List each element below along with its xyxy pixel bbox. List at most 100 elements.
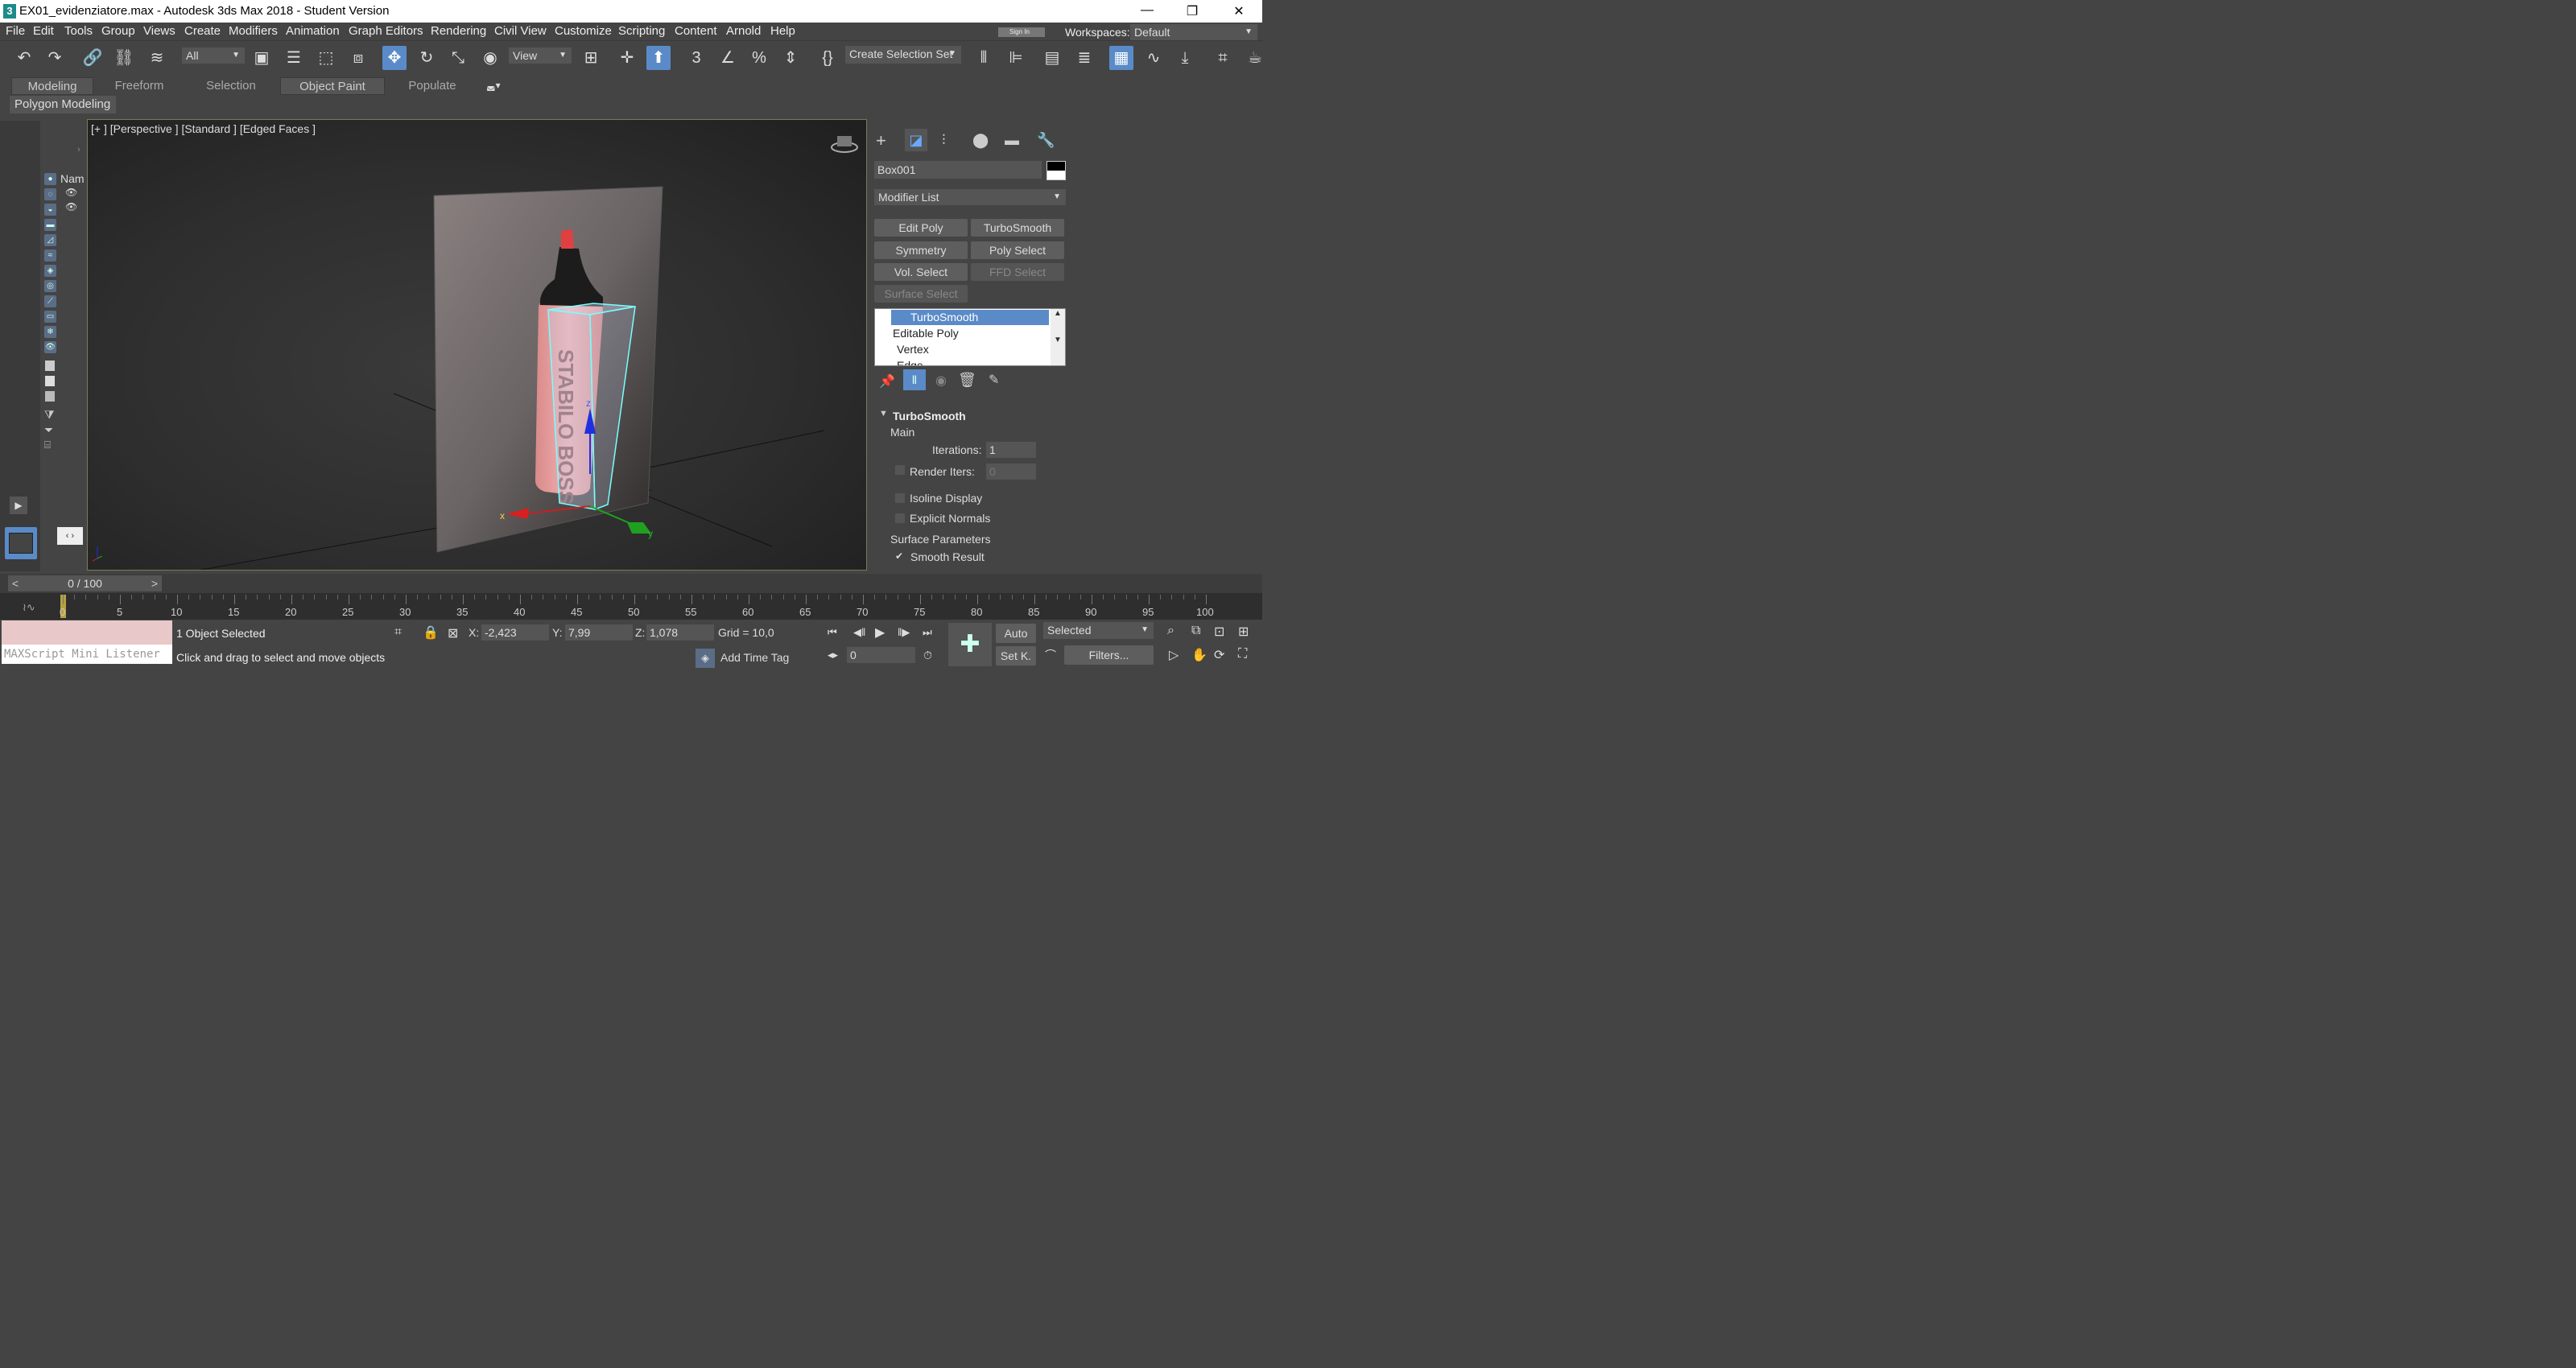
menu-file[interactable]: File — [6, 24, 25, 38]
menu-edit[interactable]: Edit — [33, 24, 54, 38]
stack-item-turbosmooth[interactable]: TurboSmooth — [891, 310, 1049, 325]
set-key-icon[interactable]: ✚ — [948, 623, 992, 666]
set-key-button[interactable]: Set K. — [996, 646, 1036, 665]
selection-filter-dropdown[interactable]: All ▼ — [182, 47, 245, 64]
object-name-field[interactable]: Box001 — [874, 161, 1042, 179]
stack-item-edge[interactable]: Edge — [897, 359, 923, 365]
key-mode-icon[interactable]: ◂▸ — [828, 649, 838, 661]
utilities-tab-icon[interactable]: 🔧 — [1037, 132, 1055, 149]
stack-item-vertex[interactable]: Vertex — [897, 343, 929, 356]
zoom-extents-icon[interactable]: ⊡ — [1214, 624, 1224, 640]
play-icon[interactable]: ▶ — [875, 624, 885, 641]
filter-icon[interactable]: ⏷ — [44, 423, 53, 437]
toggle-ribbon-icon[interactable]: ▦ — [1109, 46, 1133, 70]
add-time-tag-label[interactable]: Add Time Tag — [720, 651, 789, 664]
menu-animation[interactable]: Animation — [286, 24, 340, 38]
align-icon[interactable]: ⊫ — [1004, 46, 1028, 70]
layer-explorer-icon[interactable]: ≣ — [1072, 46, 1096, 70]
zoom-icon[interactable]: ⌕ — [1167, 624, 1174, 638]
viewport-label[interactable]: [+ ] [Perspective ] [Standard ] [Edged F… — [91, 122, 316, 135]
time-slider-thumb[interactable]: 0 / 100 — [23, 575, 147, 591]
time-config-icon[interactable]: ⏱ — [923, 649, 932, 662]
configure-modifier-sets-icon[interactable]: ✎ — [989, 372, 999, 388]
symmetry-button[interactable]: Symmetry — [874, 241, 968, 259]
menu-graph-editors[interactable]: Graph Editors — [349, 24, 423, 38]
expand-layout-icon[interactable]: ▶ — [10, 497, 27, 514]
track-bar[interactable]: ≀∿ 0 5 10 15 20 25 30 35 40 45 50 55 60 65 70 75 80 85 90 9… — [0, 593, 1262, 620]
schematic-view-icon[interactable]: ⤓ — [1173, 46, 1197, 70]
render-iters-spinner[interactable]: 0 — [986, 464, 1036, 480]
make-unique-icon[interactable]: ◉ — [935, 373, 947, 389]
time-prev-button[interactable]: < — [8, 575, 23, 591]
modify-tab-icon[interactable]: ◪ — [905, 129, 927, 151]
ribbon-options-icon[interactable]: ◛▾ — [486, 80, 510, 91]
menu-content[interactable]: Content — [675, 24, 717, 38]
display-geometry-icon[interactable]: ● — [44, 173, 56, 185]
minimize-button[interactable]: — — [1135, 3, 1159, 19]
layout-tab[interactable] — [5, 527, 37, 559]
menu-civil-view[interactable]: Civil View — [494, 24, 547, 38]
menu-views[interactable]: Views — [143, 24, 175, 38]
invert-display-icon[interactable] — [45, 391, 55, 402]
iterations-spinner[interactable]: 1 — [986, 442, 1036, 458]
tab-object-paint[interactable]: Object Paint — [280, 77, 385, 95]
menu-help[interactable]: Help — [770, 24, 795, 38]
tab-populate[interactable]: Populate — [391, 77, 473, 95]
select-object-icon[interactable]: ▣ — [250, 46, 274, 70]
angle-snap-icon[interactable]: ∠ — [716, 46, 740, 70]
display-shapes-icon[interactable]: ◌ — [44, 188, 56, 200]
menu-create[interactable]: Create — [184, 24, 221, 38]
display-bones-icon[interactable]: ⟋ — [44, 295, 56, 307]
display-lights-icon[interactable]: ◒ — [44, 204, 56, 216]
isolate-selection-icon[interactable]: ⌗ — [394, 625, 402, 640]
time-slider[interactable]: < 0 / 100 > — [0, 574, 1262, 593]
selection-lock-icon[interactable]: 🔒 — [423, 624, 439, 641]
reference-coordinate-dropdown[interactable]: View ▼ — [509, 47, 572, 64]
percent-snap-icon[interactable]: % — [747, 46, 771, 70]
remove-modifier-icon[interactable]: 🗑 — [958, 372, 976, 389]
key-tangents-icon[interactable]: ⌒ — [1045, 647, 1056, 663]
workspaces-dropdown[interactable]: Default ▼ — [1130, 24, 1257, 40]
visibility-eye-icon[interactable]: 👁 — [65, 201, 77, 212]
layer-icon[interactable]: ⌸ — [44, 439, 51, 451]
maxscript-output[interactable] — [2, 620, 172, 645]
visibility-eye-icon[interactable]: 👁 — [65, 187, 77, 198]
place-icon[interactable]: ◉ — [478, 46, 502, 70]
tab-selection[interactable]: Selection — [190, 77, 272, 95]
time-tag-icon[interactable]: ◈ — [696, 649, 715, 668]
pin-stack-icon[interactable]: 📌 — [879, 373, 895, 389]
display-none-icon[interactable] — [45, 376, 55, 386]
scene-explorer-name-column[interactable]: Nam — [60, 172, 85, 185]
bind-space-warp-icon[interactable]: ≋ — [145, 46, 169, 70]
display-hidden-icon[interactable]: 👁 — [44, 341, 56, 353]
absolute-mode-icon[interactable]: ⊠ — [448, 625, 458, 641]
field-of-view-icon[interactable]: ▷ — [1169, 647, 1179, 663]
tab-modeling[interactable]: Modeling — [11, 77, 93, 95]
display-cameras-icon[interactable]: ▬ — [44, 219, 56, 231]
modifier-list-dropdown[interactable]: Modifier List ▼ — [874, 189, 1066, 205]
rectangular-region-icon[interactable]: ⬚ — [314, 46, 338, 70]
material-editor-icon[interactable]: ⌗ — [1211, 46, 1235, 70]
stack-item-editable-poly[interactable]: Editable Poly — [893, 327, 959, 340]
polygon-modeling-panel[interactable]: Polygon Modeling — [10, 96, 116, 113]
menu-group[interactable]: Group — [101, 24, 135, 38]
undo-icon[interactable]: ↶ — [12, 46, 36, 70]
auto-key-button[interactable]: Auto — [996, 624, 1036, 643]
display-xrefs-icon[interactable]: ◎ — [44, 280, 56, 292]
unlink-icon[interactable]: ⛓ — [112, 46, 136, 70]
maxscript-mini-listener[interactable]: MAXScript Mini Listener — [2, 645, 172, 664]
named-selection-sets-dropdown[interactable]: Create Selection Set ▼ — [845, 46, 961, 64]
menu-arnold[interactable]: Arnold — [726, 24, 761, 38]
select-manipulate-icon[interactable]: ✛ — [615, 46, 639, 70]
menu-scripting[interactable]: Scripting — [618, 24, 665, 38]
perspective-viewport[interactable]: STABILO BOSS z x y [+ ] [Perspective ] [… — [87, 119, 867, 571]
previous-frame-icon[interactable]: ◀‖ — [853, 626, 865, 639]
menu-tools[interactable]: Tools — [64, 24, 93, 38]
window-crossing-icon[interactable]: ⧈ — [346, 46, 370, 70]
curve-editor-icon[interactable]: ∿ — [1141, 46, 1166, 70]
pan-view-icon[interactable]: ✋ — [1191, 647, 1208, 663]
select-by-name-icon[interactable]: ☰ — [282, 46, 306, 70]
motion-tab-icon[interactable]: ⬤ — [972, 132, 989, 149]
display-tab-icon[interactable]: ▬ — [1005, 132, 1019, 149]
explicit-normals-checkbox[interactable] — [895, 513, 905, 523]
